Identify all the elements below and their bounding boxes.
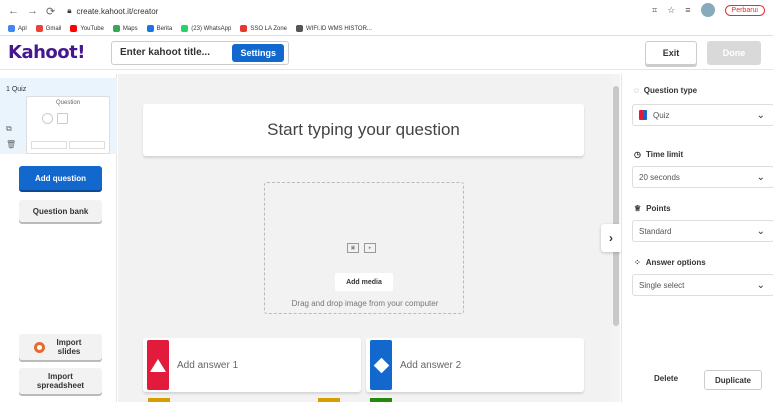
translate-icon[interactable]: ⌗ — [652, 5, 657, 16]
points-select[interactable]: Standard ⌄ — [632, 220, 773, 242]
quiz-icon — [639, 110, 647, 120]
bookmark-apps[interactable]: Apl — [8, 25, 27, 32]
bookmark-maps[interactable]: Maps — [112, 25, 138, 32]
bookmark-youtube[interactable]: YouTube — [70, 25, 104, 32]
reading-list-icon[interactable]: ≡ — [685, 5, 690, 15]
media-dropzone[interactable]: ▣ ▸ Add media Drag and drop image from y… — [264, 182, 464, 314]
duplicate-slide-icon[interactable]: ⧉ — [6, 124, 12, 134]
duplicate-button[interactable]: Duplicate — [704, 370, 762, 390]
reload-icon[interactable]: ⟳ — [46, 5, 55, 18]
answer-3-edge — [148, 398, 170, 402]
bookmark-wifi[interactable]: WIFI.ID WMS HISTOR... — [296, 25, 372, 32]
done-button[interactable]: Done — [707, 41, 761, 65]
kahoot-logo[interactable]: Kahoot! — [8, 42, 85, 63]
import-spreadsheet-button[interactable]: Import spreadsheet — [19, 368, 102, 394]
scroll-thumb[interactable] — [613, 86, 619, 326]
answer-1[interactable]: Add answer 1 — [143, 338, 361, 392]
answer-options-icon: ⁘ — [634, 258, 641, 267]
answer-3-edge-right — [318, 398, 340, 402]
bookmark-gmail[interactable]: Gmail — [35, 25, 61, 32]
url-text: create.kahoot.it/creator — [76, 6, 159, 16]
chevron-down-icon: ⌄ — [756, 279, 765, 291]
points-heading: ♕ Points — [634, 204, 671, 213]
question-canvas: Start typing your question ▣ ▸ Add media… — [118, 74, 612, 402]
lock-icon: 🔒︎ — [67, 6, 72, 15]
answer-2-label: Add answer 2 — [400, 359, 462, 371]
slide-thumbnail[interactable]: Question — [26, 96, 110, 154]
slides-sidebar: 1 Quiz ⧉ 🗑︎ Question Add question Questi… — [0, 74, 117, 402]
image-icon: ▣ — [347, 243, 359, 253]
slide-item[interactable]: 1 Quiz ⧉ 🗑︎ Question — [0, 78, 117, 154]
trash-icon[interactable]: 🗑︎ — [6, 140, 16, 149]
forward-icon[interactable]: → — [27, 5, 38, 17]
question-input[interactable]: Start typing your question — [143, 104, 584, 156]
trophy-icon: ♕ — [634, 204, 642, 213]
import-slides-icon — [34, 341, 45, 353]
answer-options-heading: ⁘ Answer options — [634, 258, 706, 267]
time-limit-select[interactable]: 20 seconds ⌄ — [632, 166, 773, 188]
creator-workspace: 1 Quiz ⧉ 🗑︎ Question Add question Questi… — [0, 74, 773, 402]
bookmark-whatsapp[interactable]: (23) WhatsApp — [181, 25, 231, 32]
drag-drop-hint: Drag and drop image from your computer — [291, 299, 439, 308]
answer-1-label: Add answer 1 — [177, 359, 239, 371]
slide-number-label: 1 Quiz — [6, 86, 27, 93]
question-type-select[interactable]: Quiz ⌄ — [632, 104, 773, 126]
kahoot-title-input[interactable] — [119, 47, 230, 58]
star-icon[interactable]: ☆ — [667, 5, 675, 16]
update-button[interactable]: Perbarui — [724, 4, 765, 16]
import-spreadsheet-label: Import spreadsheet — [36, 372, 85, 390]
bookmark-news[interactable]: Berita — [146, 25, 172, 32]
time-limit-value: 20 seconds — [639, 172, 680, 182]
address-bar[interactable]: 🔒︎ create.kahoot.it/creator — [67, 6, 158, 16]
question-bank-button[interactable]: Question bank — [19, 200, 102, 222]
time-limit-heading: ◷ Time limit — [634, 150, 684, 159]
exit-button[interactable]: Exit — [645, 41, 697, 65]
delete-button[interactable]: Delete — [654, 374, 678, 383]
question-type-value: Quiz — [653, 110, 670, 120]
chevron-down-icon: ⌄ — [756, 109, 765, 121]
app-header: Kahoot! Settings Exit Done — [0, 36, 773, 70]
import-slides-label: Import slides — [56, 338, 82, 356]
bookmarks-bar: Apl Gmail YouTube Maps Berita (23) Whats… — [0, 22, 773, 36]
chevron-down-icon: ⌄ — [756, 225, 765, 237]
chevron-right-icon[interactable]: › — [601, 224, 621, 252]
thumbnail-media-icon — [37, 111, 73, 125]
answer-options-select[interactable]: Single select ⌄ — [632, 274, 773, 296]
settings-button[interactable]: Settings — [232, 43, 284, 62]
video-icon: ▸ — [364, 243, 376, 253]
points-value: Standard — [639, 226, 672, 236]
clock-icon: ◷ — [634, 150, 641, 159]
answer-options-value: Single select — [639, 280, 685, 290]
question-type-heading: ◌ Question type — [634, 86, 698, 95]
browser-toolbar: ← → ⟳ 🔒︎ create.kahoot.it/creator ⌗ ☆ ≡ … — [0, 0, 773, 22]
answer-4-edge — [370, 398, 392, 402]
answer-2[interactable]: Add answer 2 — [366, 338, 584, 392]
settings-panel: ◌ Question type Quiz ⌄ ◷ Time limit 20 s… — [621, 74, 773, 402]
chevron-down-icon: ⌄ — [756, 171, 765, 183]
title-field[interactable]: Settings — [110, 40, 289, 65]
triangle-icon — [147, 340, 169, 390]
bookmark-sso[interactable]: SSO LA Zone — [240, 25, 287, 32]
add-question-button[interactable]: Add question — [19, 166, 102, 190]
profile-avatar[interactable] — [700, 3, 715, 17]
question-type-icon: ◌ — [634, 86, 639, 95]
thumbnail-question-label: Question — [55, 100, 80, 106]
media-icons: ▣ ▸ — [347, 243, 376, 253]
thumbnail-answers — [31, 141, 105, 149]
import-slides-button[interactable]: Import slides — [19, 334, 102, 360]
back-icon[interactable]: ← — [8, 5, 19, 17]
diamond-icon — [370, 340, 392, 390]
add-media-button[interactable]: Add media — [335, 273, 393, 291]
